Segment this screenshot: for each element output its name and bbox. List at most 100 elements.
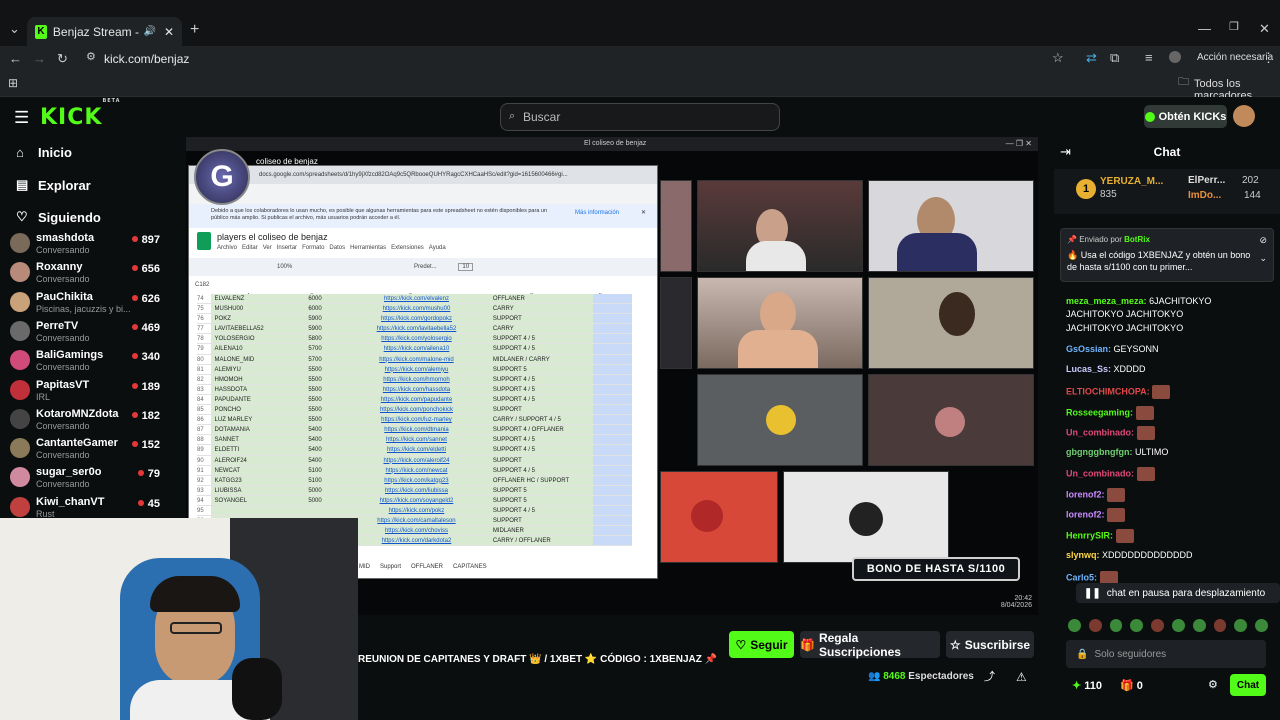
link-cell[interactable]: https://kick.com/lavitaebella52 <box>342 324 491 334</box>
empty-cell[interactable] <box>593 505 633 516</box>
chat-username[interactable]: gbgnggbngfgn: <box>1066 447 1132 457</box>
sheet-menu-item[interactable]: Ver <box>263 245 272 251</box>
link-cell[interactable]: https://kick.com/eldetti <box>342 445 491 455</box>
extensions-puzzle-icon[interactable]: ⧉ <box>1110 51 1119 64</box>
profile-avatar[interactable] <box>1169 51 1181 63</box>
role-cell[interactable]: CARRY / OFFLANER <box>490 536 594 546</box>
link-cell[interactable]: https://kick.com/gordopokz <box>342 314 491 324</box>
link-cell[interactable]: https://kick.com/hmomoh <box>342 374 491 384</box>
player-name-cell[interactable]: LIUBISSA <box>210 485 288 495</box>
role-cell[interactable]: MIDLANER <box>490 526 594 536</box>
kick-logo[interactable]: KICKBETA <box>40 98 121 130</box>
empty-cell[interactable] <box>593 526 633 536</box>
empty-cell[interactable] <box>593 394 633 405</box>
mmr-cell[interactable]: 5900 <box>287 314 343 324</box>
link-cell[interactable]: https://kick.com/elvalenz <box>342 294 491 304</box>
mmr-cell[interactable]: 5500 <box>287 415 343 425</box>
role-cell[interactable]: SUPPORT 4 / OFFLANER <box>490 425 594 435</box>
empty-cell[interactable] <box>593 324 633 334</box>
player-name-cell[interactable]: PONCHO <box>210 405 288 415</box>
chat-message[interactable]: Rosseegaming: <box>1066 406 1154 420</box>
mmr-cell[interactable]: 5100 <box>287 465 343 475</box>
sheet-tab[interactable]: OFFLANER <box>411 564 443 570</box>
mmr-cell[interactable]: 5400 <box>287 435 343 445</box>
player-name-cell[interactable]: MALONE_MID <box>210 354 288 364</box>
search-input[interactable]: ⌕ Buscar <box>500 103 780 131</box>
chat-username[interactable]: Un_combinado: <box>1066 427 1134 437</box>
sheet-menu-item[interactable]: Insertar <box>277 245 297 251</box>
role-cell[interactable]: SUPPORT 5 <box>490 485 594 495</box>
role-cell[interactable]: OFFLANER <box>490 294 594 304</box>
link-cell[interactable]: https://kick.com/hassdota <box>342 384 491 394</box>
empty-cell[interactable] <box>593 294 633 304</box>
sidebar-channel[interactable]: PapitasVT IRL 189 <box>10 376 170 405</box>
empty-cell[interactable] <box>593 455 633 465</box>
chat-username[interactable]: HenrrySIR: <box>1066 530 1113 540</box>
mmr-cell[interactable]: 5500 <box>287 384 343 394</box>
player-name-cell[interactable]: PAPUDANTE <box>210 394 288 405</box>
gift-subs-button[interactable]: 🎁 Regala Suscripciones <box>800 631 940 659</box>
chat-paused-banner[interactable]: ❚❚ chat en pausa para desplazamiento <box>1076 583 1280 603</box>
user-avatar[interactable] <box>1233 105 1255 127</box>
emote-icon[interactable] <box>1151 619 1164 632</box>
get-kicks-button[interactable]: Obtén KICKs <box>1144 105 1227 128</box>
sidebar-channel[interactable]: BaliGamings Conversando 340 <box>10 346 170 375</box>
tab-close-icon[interactable]: ✕ <box>164 25 174 39</box>
empty-cell[interactable] <box>593 425 633 435</box>
chat-username[interactable]: GsOssian: <box>1066 344 1111 354</box>
chat-username[interactable]: Carlo5: <box>1066 572 1097 582</box>
empty-cell[interactable] <box>593 314 633 324</box>
link-cell[interactable]: https://kick.com/papudante <box>342 394 491 405</box>
player-name-cell[interactable]: LAVITAEBELLA52 <box>210 324 288 334</box>
player-name-cell[interactable]: ALEMIYU <box>210 364 288 374</box>
player-name-cell[interactable]: ELVALENZ <box>210 294 288 304</box>
media-icon[interactable]: ≡ <box>1145 51 1153 64</box>
empty-cell[interactable] <box>593 344 633 354</box>
tab-list-icon[interactable]: ⌄ <box>9 22 20 35</box>
subscribe-button[interactable]: ☆ Suscribirse <box>946 631 1034 658</box>
restore-icon[interactable]: ❐ <box>1229 22 1239 33</box>
link-cell[interactable]: https://kick.com/soyangeld2 <box>342 495 491 505</box>
role-cell[interactable]: SUPPORT 4 / 5 <box>490 435 594 445</box>
link-cell[interactable]: https://kick.com/ponchokick <box>342 405 491 415</box>
emote-icon[interactable] <box>1171 619 1185 632</box>
new-tab-icon[interactable]: + <box>190 22 199 38</box>
sidebar-channel[interactable]: sugar_ser0o Conversando 79 <box>10 463 170 492</box>
emote-icon[interactable] <box>1192 619 1206 632</box>
link-cell[interactable]: https://kick.com/pokz <box>342 505 491 516</box>
mmr-cell[interactable]: 5900 <box>287 324 343 334</box>
chat-message[interactable]: JACHITOKYO JACHITOKYO <box>1066 309 1183 319</box>
sheet-menu-item[interactable]: Editar <box>242 245 258 251</box>
mmr-cell[interactable]: 5000 <box>287 485 343 495</box>
role-cell[interactable]: MIDLANER / CARRY <box>490 354 594 364</box>
back-icon[interactable]: ← <box>9 52 22 65</box>
empty-cell[interactable] <box>593 334 633 344</box>
role-cell[interactable]: SUPPORT 4 / 5 <box>490 384 594 394</box>
empty-cell[interactable] <box>593 445 633 455</box>
mmr-cell[interactable]: 5700 <box>287 344 343 354</box>
chat-message[interactable]: JACHITOKYO JACHITOKYO <box>1066 323 1183 333</box>
link-cell[interactable]: https://kick.com/alemiyu <box>342 364 491 374</box>
role-cell[interactable]: SUPPORT <box>490 455 594 465</box>
sheet-menu-item[interactable]: Archivo <box>217 245 237 251</box>
notice-close-icon[interactable]: ✕ <box>641 209 646 216</box>
role-cell[interactable]: SUPPORT 4 / 5 <box>490 505 594 516</box>
reload-icon[interactable]: ↻ <box>57 52 68 65</box>
link-cell[interactable]: https://kick.com/katgg23 <box>342 475 491 485</box>
mmr-cell[interactable]: 5700 <box>287 354 343 364</box>
menu-dots-icon[interactable]: ⋮ <box>1262 51 1275 64</box>
sidebar-channel[interactable]: smashdota Conversando 897 <box>10 229 170 258</box>
window-close-icon[interactable]: ✕ <box>1259 22 1270 35</box>
emote-icon[interactable] <box>1088 619 1102 632</box>
chat-message[interactable]: Lucas_Ss: XDDDD <box>1066 364 1146 374</box>
nav-siguiendo[interactable]: ♡ Siguiendo <box>16 209 101 225</box>
empty-cell[interactable] <box>593 475 633 485</box>
player-name-cell[interactable]: LUZ MARLEY <box>210 415 288 425</box>
chat-input[interactable]: 🔒 Solo seguidores <box>1066 640 1266 668</box>
empty-cell[interactable] <box>593 374 633 384</box>
chat-message[interactable]: slynwq: XDDDDDDDDDDDDD <box>1066 550 1193 560</box>
send-chat-button[interactable]: Chat <box>1230 674 1266 696</box>
mmr-cell[interactable]: 5400 <box>287 455 343 465</box>
mmr-cell[interactable]: 5500 <box>287 405 343 415</box>
role-cell[interactable]: SUPPORT 4 / 5 <box>490 344 594 354</box>
